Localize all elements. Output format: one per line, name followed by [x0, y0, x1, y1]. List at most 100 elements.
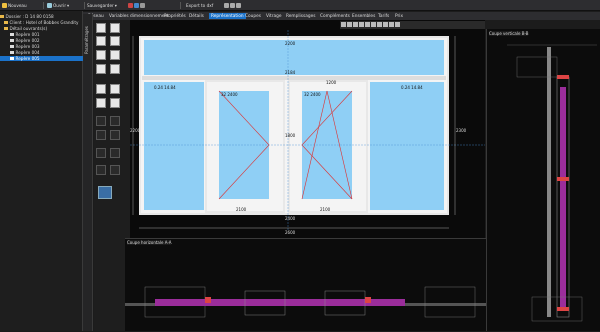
drawing-canvas[interactable]: 2200 2184 0.24 14.84 32 2400 1200 32 240…	[130, 20, 485, 238]
side-tab[interactable]: Paramétrages	[83, 14, 93, 331]
vertical-section-title: Coupe verticale B-B	[489, 31, 529, 36]
handle-tool-button[interactable]	[110, 116, 120, 126]
gasket	[205, 297, 211, 303]
paste-icon[interactable]	[230, 3, 235, 8]
zoom-out-icon[interactable]	[347, 22, 352, 27]
save-label: Sauvegarder	[87, 3, 114, 8]
thermal-break	[560, 87, 566, 307]
print-icon[interactable]	[395, 22, 400, 27]
glass-label-mid-right: 32 2400	[304, 92, 321, 97]
wall-line	[547, 47, 551, 317]
chevron-down-icon: ▾	[114, 3, 117, 8]
open-icon	[47, 3, 52, 8]
window-icon	[10, 32, 14, 37]
tab-ensembles[interactable]: Ensembles	[350, 13, 377, 19]
tree-client[interactable]: Client : Hotel of Bobbes Grandity	[0, 20, 83, 25]
tree-client-label: Client : Hotel of Bobbes Grandity	[9, 20, 79, 26]
tree-item[interactable]: Repère 001	[0, 32, 83, 37]
tree-item[interactable]: Repère 003	[0, 44, 83, 49]
glass-label-right: 0.24 14.84	[401, 85, 423, 90]
hinge-tool-button[interactable]	[110, 165, 120, 175]
new-label: Nouveau	[8, 3, 27, 8]
opening-line	[218, 144, 270, 200]
window-icon	[10, 56, 14, 61]
toolbar-separator	[43, 2, 44, 9]
opening-type-button[interactable]	[110, 36, 120, 46]
layer-icon[interactable]	[371, 22, 376, 27]
opening-type-button[interactable]	[96, 23, 106, 33]
opening-type-button[interactable]	[110, 50, 120, 60]
handle-tool-button[interactable]	[96, 116, 106, 126]
tree-item-label: Repère 002	[15, 38, 40, 44]
tab-coupes[interactable]: Coupes	[243, 13, 263, 19]
opening-type-button[interactable]	[96, 50, 106, 60]
opening-type-button[interactable]	[110, 64, 120, 74]
tree-item-label: Repère 001	[15, 32, 40, 38]
folder-icon	[4, 26, 8, 31]
measure-icon[interactable]	[377, 22, 382, 27]
copy-icon[interactable]	[224, 3, 229, 8]
export-dxf-button[interactable]: Export to dxf	[186, 2, 213, 9]
tree-folder[interactable]: Dossier : D 14 80 0158	[0, 14, 83, 19]
dim-sash-center: 1200	[326, 80, 337, 85]
hinge-tool-button[interactable]	[96, 148, 106, 158]
toolbar-separator	[84, 2, 85, 9]
opening-type-button[interactable]	[96, 98, 106, 108]
gasket	[557, 75, 569, 79]
new-button[interactable]: Nouveau	[2, 2, 27, 9]
dim-top-inner: 2184	[285, 70, 296, 75]
opening-type-button[interactable]	[110, 23, 120, 33]
settings-icon[interactable]	[140, 3, 145, 8]
horizontal-section-drawing	[125, 286, 486, 318]
window-icon	[10, 50, 14, 55]
color-icon[interactable]	[389, 22, 394, 27]
tab-complements[interactable]: Compléments	[318, 13, 352, 19]
tree-item[interactable]: Repère 004	[0, 50, 83, 55]
horizontal-section-panel[interactable]: Coupe horizontale A-A	[125, 238, 486, 331]
opening-line	[218, 90, 270, 146]
dim-side-right: 2300	[456, 128, 467, 133]
handle-tool-button[interactable]	[96, 130, 106, 140]
pan-icon[interactable]	[353, 22, 358, 27]
open-button[interactable]: Ouvrir ▾	[47, 2, 69, 9]
tab-prix[interactable]: Prix	[393, 13, 405, 19]
tab-bar: Réseau Variables dimensionnement Proprié…	[83, 12, 600, 20]
pdf-icon[interactable]	[128, 3, 133, 8]
opening-type-button[interactable]	[96, 64, 106, 74]
tab-proprietes[interactable]: Propriétés	[162, 13, 188, 19]
tab-vitrage[interactable]: Vitrage	[264, 13, 284, 19]
tree-item-selected[interactable]: Repère 005	[0, 56, 83, 62]
tree-item-label: Repère 004	[15, 50, 40, 56]
fit-icon[interactable]	[359, 22, 364, 27]
tree-subfolder-label: Détail ouvrants(s)	[9, 26, 48, 32]
hinge-tool-button[interactable]	[110, 148, 120, 158]
tree-item[interactable]: Repère 002	[0, 38, 83, 43]
tab-details[interactable]: Détails	[187, 13, 206, 19]
grid-icon[interactable]	[365, 22, 370, 27]
tab-tarifs[interactable]: Tarifs	[376, 13, 391, 19]
text-icon[interactable]	[383, 22, 388, 27]
folder-icon	[0, 14, 4, 19]
new-icon	[2, 3, 7, 8]
zoom-in-icon[interactable]	[341, 22, 346, 27]
refresh-icon[interactable]	[236, 3, 241, 8]
save-button[interactable]: Sauvegarder ▾	[87, 2, 117, 9]
dim-side-left: 2200	[130, 128, 141, 133]
tab-representation[interactable]: Représentation	[209, 13, 246, 19]
frame-profile	[424, 286, 476, 318]
chevron-down-icon: ▾	[67, 3, 70, 8]
vertical-section-panel[interactable]: Coupe verticale B-B	[486, 29, 600, 331]
dim-bottom-total: 2600	[285, 230, 296, 235]
hinge-tool-button[interactable]	[96, 165, 106, 175]
print-icon[interactable]	[134, 3, 139, 8]
opening-type-button[interactable]	[96, 36, 106, 46]
tab-remplissages[interactable]: Remplissages	[284, 13, 317, 19]
tree-subfolder[interactable]: Détail ouvrants(s)	[0, 26, 83, 31]
gasket	[557, 307, 569, 311]
opening-type-button[interactable]	[96, 84, 106, 94]
opening-type-button[interactable]	[110, 84, 120, 94]
handle-tool-button[interactable]	[110, 130, 120, 140]
tree-item-label: Repère 003	[15, 44, 40, 50]
opening-type-button[interactable]	[110, 98, 120, 108]
preview-3d-button[interactable]	[98, 186, 112, 199]
